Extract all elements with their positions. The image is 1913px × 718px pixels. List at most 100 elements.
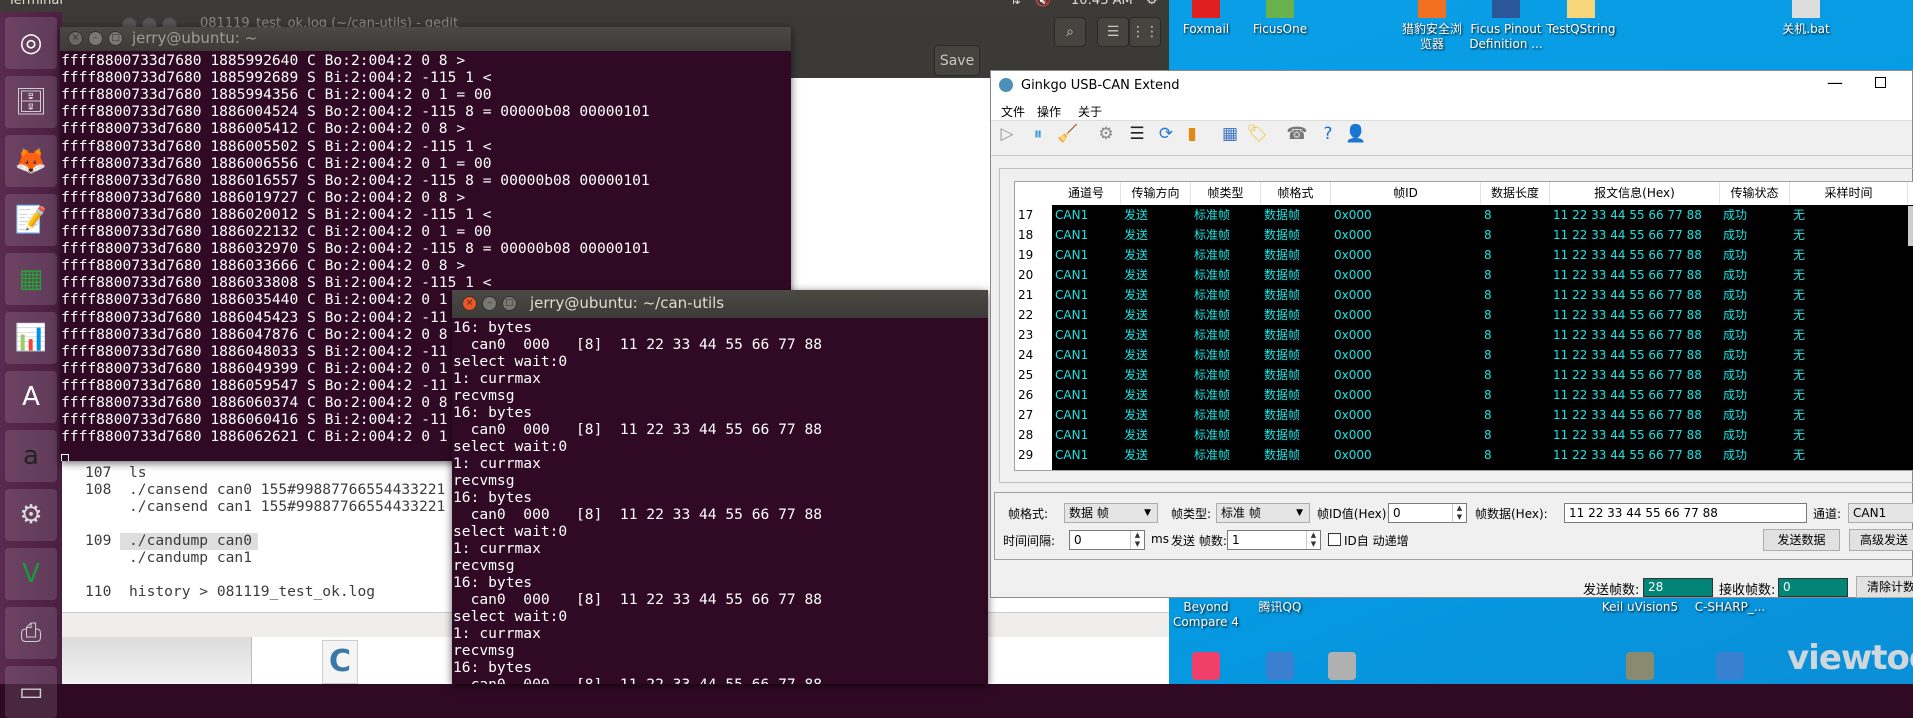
tag-icon[interactable]: 🏷: [1246, 123, 1268, 145]
spin-arrows-icon[interactable]: ▲ ▼: [1130, 531, 1144, 549]
user-info-icon[interactable]: 👤: [1345, 123, 1367, 145]
table-cell: 8: [1484, 268, 1492, 282]
keil-icon[interactable]: [1626, 652, 1654, 680]
document-icon[interactable]: [1716, 652, 1744, 680]
table-cell: 标准帧: [1194, 268, 1231, 282]
table-header-2[interactable]: 帧类型: [1191, 182, 1261, 205]
refresh-icon[interactable]: ⟳: [1155, 123, 1177, 145]
desktop-icon-label[interactable]: Keil uVision5: [1602, 600, 1678, 615]
terminal-window-can-utils[interactable]: × – □ jerry@ubuntu: ~/can-utils 16: byte…: [452, 290, 988, 684]
table-scrollbar[interactable]: [1908, 206, 1913, 246]
launcher-item[interactable]: A: [5, 371, 57, 423]
id-auto-increment-checkbox[interactable]: [1328, 533, 1341, 546]
phone-icon[interactable]: ☎: [1286, 123, 1308, 145]
table-header-8[interactable]: 采样时间: [1790, 182, 1908, 205]
table-header-6[interactable]: 报文信息(Hex): [1550, 182, 1720, 205]
desktop-icon-label[interactable]: Foxmail: [1183, 22, 1229, 37]
line-text[interactable]: ls: [129, 464, 147, 481]
calendar-icon[interactable]: ▦: [1219, 123, 1241, 145]
line-text[interactable]: history > 081119_test_ok.log: [129, 583, 375, 600]
liebao-browser-icon[interactable]: [1418, 0, 1446, 18]
send-count-spinbox[interactable]: 1 ▲ ▼: [1227, 530, 1321, 550]
help-icon[interactable]: ?: [1317, 123, 1339, 145]
interval-spinbox[interactable]: 0 ▲ ▼: [1069, 530, 1145, 550]
amazon-icon: a: [23, 441, 39, 471]
frame-type-select[interactable]: 标准 帧 ▼: [1216, 503, 1310, 523]
settings-gear-icon[interactable]: ⚙: [1095, 123, 1117, 145]
desktop-icon-label[interactable]: Ficus Pinout Definition ...: [1469, 22, 1542, 52]
desktop-icon-label[interactable]: 腾讯QQ: [1259, 600, 1302, 615]
numbered-list-icon[interactable]: ☰: [1126, 123, 1148, 145]
table-header-0[interactable]: 通道号: [1052, 182, 1121, 205]
minimize-icon[interactable]: –: [88, 31, 103, 46]
launcher-item[interactable]: ⎙: [5, 607, 57, 659]
desktop-icon-label[interactable]: 关机.bat: [1782, 22, 1830, 37]
menu-file[interactable]: 文件: [1001, 103, 1025, 120]
bar-chart-icon[interactable]: ▮: [1181, 123, 1203, 145]
maximize-icon[interactable]: □: [108, 31, 123, 46]
menu-operate[interactable]: 操作: [1037, 103, 1061, 120]
terminal-title-bar[interactable]: × – □ jerry@ubuntu: ~: [60, 27, 791, 51]
frame-id-spinbox[interactable]: 0 ▲ ▼: [1388, 503, 1467, 523]
start-icon[interactable]: ▷: [996, 123, 1018, 145]
frame-table[interactable]: 通道号 传输方向 帧类型 帧格式 帧ID 数据长度 报文信息(Hex) 传输状态 采样时间 17 C…: [1014, 181, 1913, 471]
launcher-item[interactable]: 🦊: [5, 135, 57, 187]
channel-select[interactable]: CAN1: [1848, 503, 1913, 523]
frame-data-input[interactable]: 11 22 33 44 55 66 77 88: [1564, 503, 1807, 523]
ginkgo-title-bar[interactable]: Ginkgo USB-CAN Extend —: [991, 71, 1912, 101]
launcher-item[interactable]: a: [5, 430, 57, 482]
table-header-3[interactable]: 帧格式: [1261, 182, 1331, 205]
table-header-4[interactable]: 帧ID: [1331, 182, 1481, 205]
spin-arrows-icon[interactable]: ▲ ▼: [1306, 531, 1320, 549]
save-button[interactable]: Save: [934, 45, 980, 76]
menu-about[interactable]: 关于: [1078, 103, 1102, 120]
clear-broom-icon[interactable]: 🧹: [1057, 123, 1079, 145]
table-header-5[interactable]: 数据长度: [1481, 182, 1550, 205]
maximize-icon[interactable]: [1875, 77, 1886, 88]
launcher-item[interactable]: ⚙: [5, 489, 57, 541]
terminal-title-bar[interactable]: × – □ jerry@ubuntu: ~/can-utils: [452, 290, 988, 318]
terminal-line: select wait:0: [453, 353, 568, 370]
itunes-icon[interactable]: [1192, 652, 1220, 680]
desktop-icon-label[interactable]: TestQString: [1547, 22, 1616, 37]
frame-format-select[interactable]: 数据 帧 ▼: [1064, 503, 1158, 523]
batch-file-icon[interactable]: [1792, 0, 1820, 18]
minimize-icon[interactable]: –: [482, 296, 497, 311]
launcher-item[interactable]: 📝: [5, 194, 57, 246]
launcher-item[interactable]: ▭: [5, 666, 57, 718]
launcher-item[interactable]: ▦: [5, 253, 57, 305]
desktop-icon-label[interactable]: FicusOne: [1253, 22, 1307, 37]
foxmail-icon[interactable]: [1192, 0, 1220, 18]
clear-count-button[interactable]: 清除计数: [1856, 576, 1913, 598]
desktop-icon-label[interactable]: Beyond Compare 4: [1173, 600, 1239, 630]
table-header-1[interactable]: 传输方向: [1121, 182, 1191, 205]
line-text[interactable]: ./candump can1: [129, 549, 252, 566]
launcher-item[interactable]: 📊: [5, 312, 57, 364]
desktop-icon-label[interactable]: 猎豹安全浏 览器: [1402, 22, 1462, 52]
close-icon[interactable]: ×: [68, 31, 83, 46]
minimize-icon[interactable]: —: [1827, 73, 1843, 92]
table-cell: 成功: [1723, 408, 1748, 422]
launcher-item[interactable]: V: [5, 548, 57, 600]
maximize-icon[interactable]: □: [502, 296, 517, 311]
word-document-icon[interactable]: [1492, 0, 1520, 18]
id-auto-increment-label[interactable]: ID自 动递增: [1344, 532, 1409, 549]
line-text[interactable]: ./cansend can0 155#99887766554433221: [129, 481, 445, 498]
launcher-item[interactable]: ◎: [5, 17, 57, 69]
rocket-icon[interactable]: [1266, 652, 1294, 680]
pause-icon[interactable]: ⏸: [1027, 123, 1049, 145]
table-cell: 0x000: [1334, 368, 1372, 382]
line-text[interactable]: ./cansend can1 155#99887766554433221: [129, 498, 445, 515]
spin-arrows-icon[interactable]: ▲ ▼: [1452, 504, 1466, 522]
desktop-icon-label[interactable]: C-SHARP_...: [1695, 600, 1766, 615]
send-data-button[interactable]: 发送数据: [1763, 529, 1840, 551]
media-player-icon[interactable]: [1328, 652, 1356, 680]
launcher-item[interactable]: 🗄: [5, 76, 57, 128]
table-header-7[interactable]: 传输状态: [1720, 182, 1790, 205]
ficusone-icon[interactable]: [1266, 0, 1294, 18]
folder-icon[interactable]: [1567, 0, 1595, 18]
c-source-file-icon[interactable]: C: [322, 640, 358, 684]
close-icon[interactable]: ×: [462, 296, 477, 311]
line-text[interactable]: ./candump can0: [129, 532, 252, 549]
advanced-send-button[interactable]: 高级发送: [1849, 529, 1913, 551]
